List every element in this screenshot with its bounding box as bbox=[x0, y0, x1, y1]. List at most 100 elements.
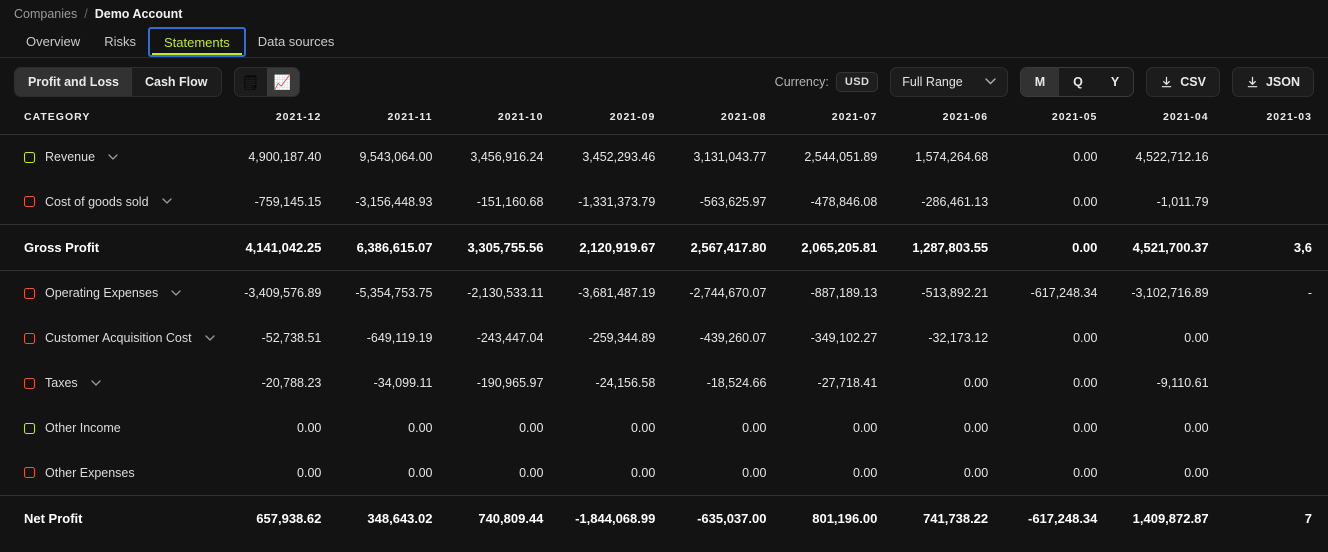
period-yearly-button[interactable]: Y bbox=[1097, 68, 1133, 96]
export-csv-button[interactable]: CSV bbox=[1146, 67, 1220, 97]
row-label: Revenue bbox=[45, 150, 96, 165]
tab-statements[interactable]: Statements bbox=[147, 27, 246, 57]
chevron-down-icon[interactable] bbox=[171, 288, 181, 299]
table-cell-value: -2,744,670.07 bbox=[689, 286, 767, 301]
row-color-swatch-red bbox=[24, 287, 35, 299]
row-category-cell: Other Income bbox=[0, 406, 226, 451]
column-header-period: 2021-03 bbox=[1224, 107, 1328, 135]
currency-control: Currency: USD bbox=[775, 72, 879, 92]
toolbar: Profit and Loss Cash Flow 🗒 📈 Currency: … bbox=[0, 58, 1328, 107]
table-cell-value: 0.00 bbox=[1184, 421, 1209, 435]
table-cell-value: - bbox=[1307, 286, 1312, 301]
tab-overview[interactable]: Overview bbox=[14, 26, 92, 57]
table-row: Operating Expenses -3,409,576.89 -5,354,75… bbox=[0, 271, 1328, 316]
table-cell-value: 3,452,293.46 bbox=[582, 150, 656, 165]
column-header-period: 2021-10 bbox=[448, 107, 560, 135]
row-color-swatch-red bbox=[24, 196, 35, 208]
tab-label: Overview bbox=[26, 34, 81, 49]
profit-and-loss-button[interactable]: Profit and Loss bbox=[15, 68, 132, 96]
table-cell-value: -439,260.07 bbox=[699, 331, 767, 345]
period-quarterly-button[interactable]: Q bbox=[1059, 68, 1097, 96]
tab-data-sources[interactable]: Data sources bbox=[246, 26, 347, 57]
table-cell-value: 4,900,187.40 bbox=[248, 150, 322, 165]
row-category-cell[interactable]: Revenue bbox=[0, 135, 226, 180]
table-cell-value: -190,965.97 bbox=[476, 376, 544, 390]
table-cell-value: 0.00 bbox=[1073, 465, 1098, 480]
breadcrumb: Companies / Demo Account bbox=[0, 0, 1328, 26]
table-cell-value: -24,156.58 bbox=[595, 376, 656, 390]
row-category-cell[interactable]: Customer Acquisition Cost bbox=[0, 316, 226, 361]
period-granularity-toggle: M Q Y bbox=[1019, 67, 1135, 97]
table-cell-value: -27,718.41 bbox=[817, 376, 878, 390]
table-head: Category 2021-12 2021-11 2021-10 2021-09 202… bbox=[0, 107, 1328, 135]
table-cell-value: 4,522,712.16 bbox=[1135, 150, 1209, 165]
table-cell-value: 0.00 bbox=[1073, 421, 1098, 435]
table-cell-value: 0.00 bbox=[630, 465, 656, 480]
table-cell-value: 0.00 bbox=[1184, 331, 1209, 345]
table-cell-value: -1,331,373.79 bbox=[578, 194, 656, 209]
table-row: Cost of goods sold -759,145.15 -3,156,448.… bbox=[0, 180, 1328, 225]
row-category-cell: Other Expenses bbox=[0, 451, 226, 496]
table-row: Taxes -20,788.23 -34,099.11 -190,965.97 -24,… bbox=[0, 361, 1328, 406]
cash-flow-button[interactable]: Cash Flow bbox=[132, 68, 221, 96]
table-cell-value: 1,574,264.68 bbox=[915, 150, 989, 165]
table-view-icon[interactable]: 🗒 bbox=[235, 68, 267, 96]
table-cell-value: -20,788.23 bbox=[261, 376, 322, 390]
table-cell-value: 348,643.02 bbox=[337, 495, 449, 542]
table-cell-value: -617,248.34 bbox=[1004, 495, 1114, 542]
table-cell-value: -3,102,716.89 bbox=[1131, 286, 1209, 301]
row-category-cell[interactable]: Taxes bbox=[0, 361, 226, 406]
table-cell-value: 657,938.62 bbox=[226, 495, 338, 542]
date-range-value: Full Range bbox=[902, 75, 963, 89]
table-cell-value: 0.00 bbox=[297, 465, 322, 480]
table-cell-value: 0.00 bbox=[742, 465, 767, 480]
table-cell-value: -759,145.15 bbox=[254, 194, 322, 209]
column-header-period: 2021-12 bbox=[226, 107, 338, 135]
table-cell-value: -286,461.13 bbox=[921, 194, 989, 209]
table-cell-value: 3,6 bbox=[1224, 224, 1328, 271]
table-body: Revenue 4,900,187.40 9,543,064.00 3,456,916… bbox=[0, 135, 1328, 542]
row-label: Net Profit bbox=[24, 511, 83, 527]
toolbar-right-group: Currency: USD Full Range M Q Y CSV JSON bbox=[775, 67, 1314, 97]
chevron-down-icon[interactable] bbox=[204, 333, 215, 344]
chevron-down-icon[interactable] bbox=[91, 378, 101, 389]
table-cell-value: 0.00 bbox=[297, 421, 322, 435]
table-cell-value bbox=[1225, 451, 1328, 496]
chart-view-icon[interactable]: 📈 bbox=[266, 68, 299, 96]
column-header-period: 2021-07 bbox=[782, 107, 894, 135]
table-cell-value: 0.00 bbox=[1073, 331, 1098, 345]
chevron-down-icon[interactable] bbox=[108, 152, 118, 163]
date-range-dropdown[interactable]: Full Range bbox=[890, 67, 1008, 97]
column-header-category: Category bbox=[0, 107, 227, 135]
row-category-cell[interactable]: Cost of goods sold bbox=[0, 180, 226, 225]
table-cell-value: 0.00 bbox=[1073, 376, 1098, 390]
currency-label: Currency: bbox=[774, 75, 829, 89]
export-json-button[interactable]: JSON bbox=[1231, 67, 1314, 97]
export-json-label: JSON bbox=[1265, 75, 1300, 89]
table-cell-value: -9,110.61 bbox=[1156, 376, 1209, 390]
table-row: Customer Acquisition Cost -52,738.51 -649,… bbox=[0, 316, 1328, 361]
tab-risks[interactable]: Risks bbox=[92, 26, 148, 57]
period-monthly-button[interactable]: M bbox=[1020, 68, 1060, 96]
chevron-down-icon[interactable] bbox=[161, 196, 172, 207]
download-icon bbox=[1160, 76, 1173, 89]
statements-table-container: Category 2021-12 2021-11 2021-10 2021-09 202… bbox=[0, 107, 1328, 542]
table-cell-value: 740,809.44 bbox=[448, 495, 560, 542]
table-cell-value: 1,287,803.55 bbox=[893, 224, 1005, 271]
column-header-period: 2021-05 bbox=[1004, 107, 1114, 135]
column-header-period: 2021-04 bbox=[1113, 107, 1225, 135]
row-category-cell[interactable]: Operating Expenses bbox=[0, 271, 226, 316]
row-color-swatch-red bbox=[24, 467, 35, 479]
currency-value-badge[interactable]: USD bbox=[835, 72, 879, 92]
table-cell-value: 9,543,064.00 bbox=[359, 150, 433, 165]
tab-label: Data sources bbox=[257, 34, 335, 49]
row-color-swatch-red bbox=[24, 377, 35, 389]
table-cell-value: 3,456,916.24 bbox=[470, 150, 544, 165]
table-cell-value: 0.00 bbox=[1073, 194, 1098, 209]
toolbar-left-group: Profit and Loss Cash Flow 🗒 📈 bbox=[14, 67, 300, 97]
table-cell-value: 6,386,615.07 bbox=[337, 224, 449, 271]
row-label: Other Expenses bbox=[45, 465, 135, 480]
breadcrumb-parent-link[interactable]: Companies bbox=[14, 7, 77, 21]
table-cell-value bbox=[1225, 361, 1328, 406]
table-cell-value: 7 bbox=[1224, 495, 1328, 542]
